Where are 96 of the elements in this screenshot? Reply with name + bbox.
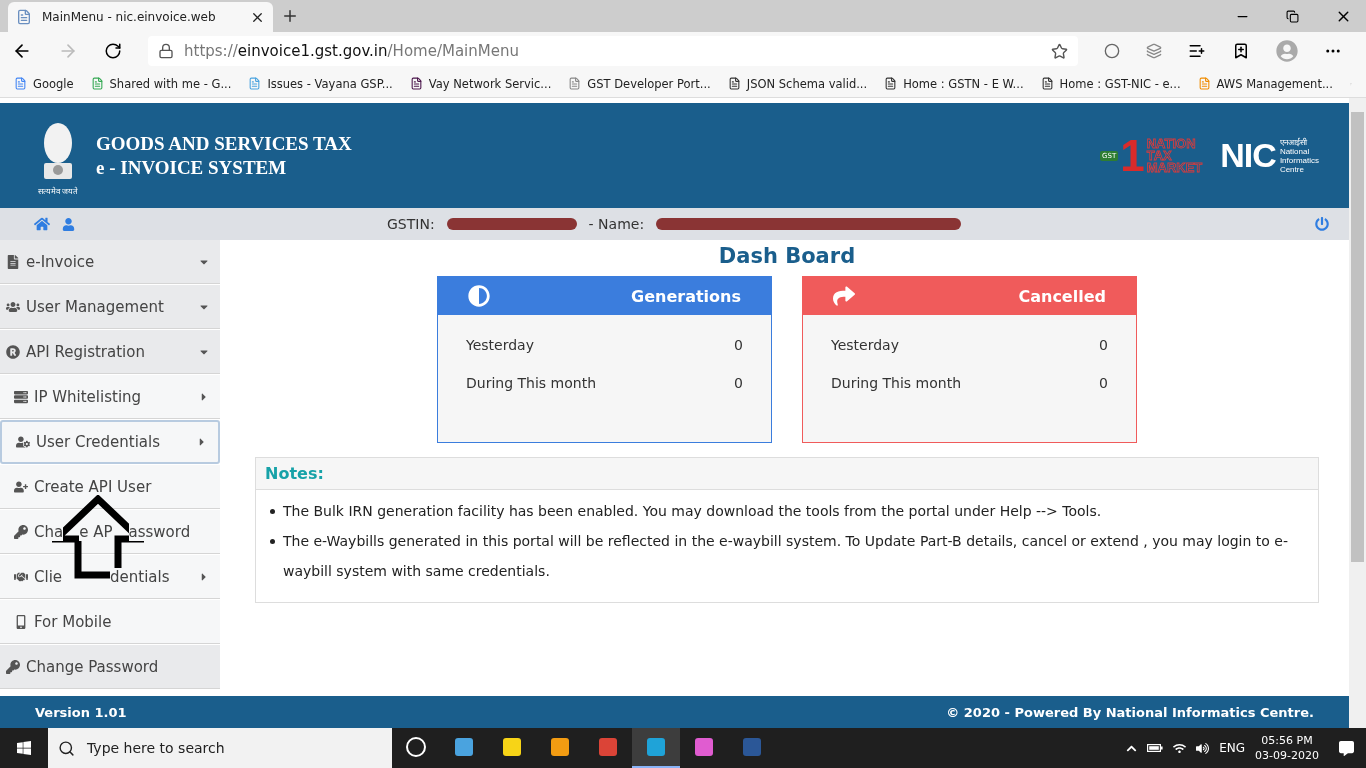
bookmark-icon	[1040, 77, 1054, 90]
menu-item-icon	[6, 659, 20, 674]
new-tab-icon[interactable]	[281, 7, 299, 25]
collections-icon[interactable]	[1232, 42, 1250, 60]
site-subtitle: e - INVOICE SYSTEM	[96, 155, 288, 180]
user-icon[interactable]	[62, 217, 75, 231]
notifications-icon[interactable]	[1339, 740, 1354, 756]
logo-word: MARKET	[1146, 161, 1203, 174]
version-text: Version 1.01	[35, 704, 127, 720]
menu-item-icon	[14, 524, 28, 539]
menu-item-icon	[6, 254, 20, 269]
sidebar-item[interactable]: Cha e AP assword	[0, 510, 220, 554]
card-title: Cancelled	[1018, 286, 1106, 306]
menu-item-icon	[14, 389, 28, 404]
footer-credit: © 2020 - Powered By National Informatics Centre.	[946, 704, 1314, 720]
bookmark-icon	[568, 77, 582, 90]
bookmark-link[interactable]: AWS Management...	[1197, 76, 1333, 91]
emblem-motto: सत्यमेव जयते	[37, 186, 79, 196]
browser-tab[interactable]: MainMenu - nic.einvoice.web	[8, 2, 273, 32]
site-title: GOODS AND SERVICES TAX	[96, 131, 352, 156]
sidebar-item[interactable]: IP Whitelisting	[0, 375, 220, 419]
stat-value: 0	[734, 337, 743, 353]
bookmark-icon	[90, 77, 104, 90]
home-icon[interactable]	[34, 216, 50, 232]
bookmark-link[interactable]: Shared with me - G...	[90, 76, 232, 91]
bookmark-icon	[409, 77, 423, 90]
stat-label: Yesterday	[466, 337, 534, 353]
bookmark-link[interactable]: JSON Schema valid...	[727, 76, 868, 91]
bullet-dot	[270, 539, 275, 544]
logo-word: Informatics	[1279, 155, 1319, 165]
logo-numeral: 1	[1120, 133, 1145, 178]
name-label: - Name:	[588, 216, 645, 232]
menu-item-icon	[6, 299, 20, 314]
extension-icon[interactable]	[1104, 43, 1120, 59]
page-icon	[16, 9, 32, 25]
bookmark-link[interactable]: Issues - Vayana GSP...	[248, 76, 393, 91]
battery-icon[interactable]	[1147, 743, 1164, 753]
card-title: Generations	[631, 286, 741, 306]
menu-item-icon	[6, 344, 20, 359]
language-indicator[interactable]: ENG	[1219, 741, 1246, 755]
bookmark-link[interactable]: Google	[14, 76, 74, 91]
favorites-icon[interactable]	[1188, 42, 1206, 60]
sidebar-item[interactable]: Create API User	[0, 465, 220, 509]
menu-item-icon	[16, 435, 30, 449]
sidebar-item[interactable]: User Credentials	[0, 420, 220, 464]
bookmark-link[interactable]: Home : GSTN - E W...	[884, 76, 1024, 91]
taskbar-clock[interactable]: 05:56 PM 03-09-2020	[1255, 733, 1319, 763]
logo-word: NATION	[1146, 137, 1197, 150]
logo-word: TAX	[1146, 149, 1172, 162]
bookmark-icon	[727, 77, 741, 90]
menu-item-icon	[14, 614, 28, 629]
bookmark-icon	[14, 77, 27, 90]
wifi-icon[interactable]	[1173, 741, 1187, 755]
bookmark-link[interactable]: Vay Network Servic...	[409, 76, 552, 91]
sidebar-item[interactable]: Change Password	[0, 645, 220, 689]
restore-icon[interactable]	[1286, 9, 1299, 23]
power-icon[interactable]	[1315, 217, 1329, 231]
volume-icon[interactable]	[1196, 741, 1210, 755]
refresh-icon[interactable]	[104, 42, 122, 60]
taskbar-search-field[interactable]: Type here to search	[48, 728, 392, 768]
stat-value: 0	[1099, 375, 1108, 391]
sidebar-item[interactable]: User Management	[0, 285, 220, 329]
sidebar-item[interactable]: Clie dentials	[0, 555, 220, 599]
bookmark-icon	[884, 77, 898, 90]
extension-icon[interactable]	[1146, 43, 1162, 59]
bookmark-link[interactable]: Home : GST-NIC - e...	[1040, 76, 1181, 91]
stat-value: 0	[1099, 337, 1108, 353]
search-icon	[58, 739, 75, 757]
note-text: The Bulk IRN generation facility has been enabled. You may download the tools from the portal under Help --> Tools.	[283, 502, 1102, 521]
search-placeholder: Type here to search	[87, 740, 225, 756]
logo-word: Centre	[1279, 164, 1305, 174]
logo-hindi-text: एनआईसी	[1279, 137, 1308, 147]
sidebar-item[interactable]: e-Invoice	[0, 240, 220, 284]
share-arrow-icon	[833, 285, 855, 307]
favorite-star-icon[interactable]	[1051, 42, 1068, 60]
logo-word: National	[1279, 146, 1311, 156]
nic-logo-mark: NIC	[1220, 136, 1276, 175]
scrollbar-thumb[interactable]	[1351, 112, 1364, 562]
bookmark-icon	[248, 77, 262, 90]
gstin-label: GSTIN:	[387, 216, 435, 232]
sidebar-item[interactable]: API Registration	[0, 330, 220, 374]
stat-value: 0	[734, 375, 743, 391]
lock-icon	[158, 43, 174, 59]
address-bar[interactable]: https://einvoice1.gst.gov.in/Home/MainMenu	[148, 36, 1078, 66]
menu-item-icon	[14, 479, 28, 494]
start-icon[interactable]	[16, 740, 32, 756]
stat-label: During This month	[466, 375, 596, 391]
bookmark-icon	[1197, 77, 1211, 90]
sidebar-item[interactable]: For Mobile	[0, 600, 220, 644]
stat-label: During This month	[831, 375, 961, 391]
note-text: The e-Waybills generated in this portal will be reflected in the e-waybill system. To Update Part-B details, cancel or extend , you may login to e-waybill system with same credentials.	[283, 532, 1289, 581]
notes-header: Notes:	[256, 458, 1318, 490]
bullet-dot	[270, 509, 275, 514]
dashboard-title: Dash Board	[718, 244, 856, 268]
bookmark-link[interactable]: GST Developer Port...	[568, 76, 711, 91]
stat-label: Yesterday	[831, 337, 899, 353]
